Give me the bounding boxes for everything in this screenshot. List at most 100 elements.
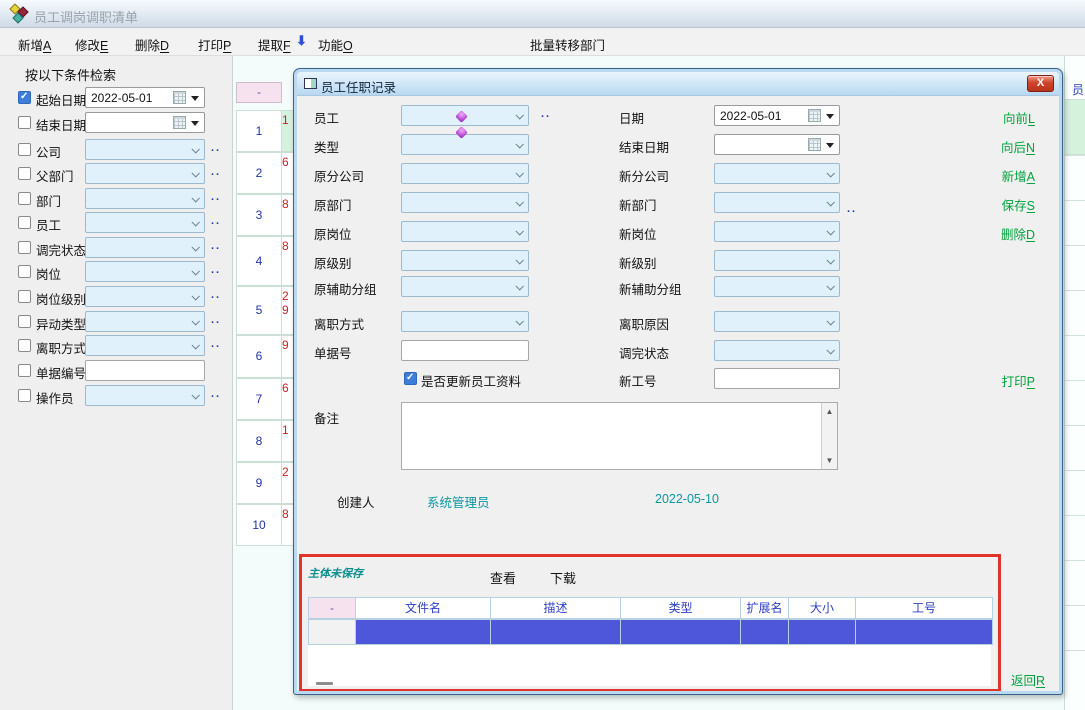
download-button[interactable]: 下载: [550, 568, 576, 587]
toolbar-button-5[interactable]: 提取F: [258, 35, 291, 54]
update-employee-checkbox[interactable]: [404, 372, 417, 385]
filter-checkbox-离职方式[interactable]: [18, 339, 31, 352]
filter-checkbox-调完状态[interactable]: [18, 241, 31, 254]
attachment-row-cell[interactable]: [491, 619, 621, 645]
field-combo-新辅助分组[interactable]: [714, 276, 840, 297]
field-combo-新岗位[interactable]: [714, 221, 840, 242]
grid-corner-header[interactable]: -: [236, 82, 282, 103]
more-options-dots[interactable]: ..: [211, 338, 221, 350]
filter-combo-公司[interactable]: [85, 139, 205, 160]
grid-row-number[interactable]: 7: [236, 378, 282, 420]
field-combo-原分公司[interactable]: [401, 163, 529, 184]
toolbar-button-6[interactable]: 功能O: [318, 35, 353, 54]
remark-textarea[interactable]: ▲ ▼: [401, 402, 838, 470]
batch-transfer-button[interactable]: 批量转移部门: [530, 35, 605, 54]
attachment-column-header[interactable]: 大小: [789, 597, 856, 619]
field-combo-原辅助分组[interactable]: [401, 276, 529, 297]
field-combo-离职方式[interactable]: [401, 311, 529, 332]
toolbar-button-4[interactable]: 打印P: [198, 35, 231, 54]
filter-checkbox-异动类型[interactable]: [18, 315, 31, 328]
more-options-dots[interactable]: ..: [211, 191, 221, 203]
attachment-row-cell[interactable]: [356, 619, 491, 645]
attachment-row-cell[interactable]: [789, 619, 856, 645]
view-button[interactable]: 查看: [490, 568, 516, 587]
horizontal-scrollbar-thumb[interactable]: [316, 682, 333, 685]
filter-checkbox-部门[interactable]: [18, 192, 31, 205]
field-input-新工号[interactable]: [714, 368, 840, 389]
function-dropdown-arrow-icon[interactable]: ⬇: [296, 33, 307, 49]
remark-scrollbar[interactable]: ▲ ▼: [821, 403, 837, 469]
attachment-column-header[interactable]: 类型: [621, 597, 741, 619]
filter-checkbox-结束日期[interactable]: [18, 116, 31, 129]
filter-input-单据编号[interactable]: [85, 360, 205, 381]
filter-checkbox-员工[interactable]: [18, 216, 31, 229]
filter-combo-部门[interactable]: [85, 188, 205, 209]
grid-row-number[interactable]: 8: [236, 420, 282, 462]
grid-row-number[interactable]: 1: [236, 110, 282, 152]
filter-date-结束日期[interactable]: [85, 112, 205, 133]
toolbar-button-2[interactable]: 修改E: [75, 35, 108, 54]
print-button[interactable]: 打印P: [1002, 371, 1035, 390]
field-combo-离职原因[interactable]: [714, 311, 840, 332]
field-combo-类型[interactable]: [401, 134, 529, 155]
filter-checkbox-公司[interactable]: [18, 143, 31, 156]
nav-button-2[interactable]: 向后N: [1001, 137, 1035, 156]
attachment-row-cell[interactable]: [621, 619, 741, 645]
field-combo-原岗位[interactable]: [401, 221, 529, 242]
field-combo-新部门[interactable]: [714, 192, 840, 213]
toolbar-button-1[interactable]: 新增A: [18, 35, 51, 54]
field-combo-原级别[interactable]: [401, 250, 529, 271]
grid-row-number[interactable]: 5: [236, 286, 282, 335]
filter-checkbox-操作员[interactable]: [18, 389, 31, 402]
filter-combo-岗位级别[interactable]: [85, 286, 205, 307]
field-date-结束日期[interactable]: [714, 134, 840, 155]
grid-row-number[interactable]: 2: [236, 152, 282, 194]
field-combo-新级别[interactable]: [714, 250, 840, 271]
grid-row-number[interactable]: 3: [236, 194, 282, 236]
dialog-titlebar[interactable]: 员工任职记录 X: [297, 72, 1059, 96]
scroll-down-icon[interactable]: ▼: [822, 456, 837, 465]
filter-combo-岗位[interactable]: [85, 261, 205, 282]
more-options-dots[interactable]: ..: [211, 142, 221, 154]
nav-button-5[interactable]: 删除D: [1001, 224, 1035, 243]
more-options-dots[interactable]: ..: [847, 203, 857, 215]
attachment-column-header[interactable]: 工号: [856, 597, 993, 619]
more-options-dots[interactable]: ..: [211, 166, 221, 178]
close-icon[interactable]: X: [1027, 75, 1054, 92]
attachment-row-cell[interactable]: [308, 619, 356, 645]
scroll-up-icon[interactable]: ▲: [822, 407, 837, 416]
more-options-dots[interactable]: ..: [211, 215, 221, 227]
nav-button-1[interactable]: 向前L: [1003, 108, 1035, 127]
filter-checkbox-岗位[interactable]: [18, 265, 31, 278]
more-options-dots[interactable]: ..: [211, 264, 221, 276]
attachment-column-header[interactable]: -: [308, 597, 356, 619]
grid-row-number[interactable]: 10: [236, 504, 282, 546]
grid-row-number[interactable]: 4: [236, 236, 282, 286]
more-options-dots[interactable]: ..: [211, 289, 221, 301]
filter-combo-员工[interactable]: [85, 212, 205, 233]
more-options-dots[interactable]: ..: [211, 240, 221, 252]
more-options-dots[interactable]: ..: [211, 388, 221, 400]
nav-button-3[interactable]: 新增A: [1002, 166, 1035, 185]
attachment-table-selected-row[interactable]: [308, 619, 993, 645]
field-combo-原部门[interactable]: [401, 192, 529, 213]
filter-checkbox-单据编号[interactable]: [18, 364, 31, 377]
more-options-dots[interactable]: ..: [211, 314, 221, 326]
attachment-row-cell[interactable]: [856, 619, 993, 645]
filter-date-起始日期[interactable]: 2022-05-01: [85, 87, 205, 108]
return-button[interactable]: 返回R: [1011, 670, 1045, 689]
filter-checkbox-父部门[interactable]: [18, 167, 31, 180]
nav-button-4[interactable]: 保存S: [1002, 195, 1035, 214]
filter-checkbox-起始日期[interactable]: [18, 91, 31, 104]
filter-combo-父部门[interactable]: [85, 163, 205, 184]
field-combo-调完状态[interactable]: [714, 340, 840, 361]
filter-combo-异动类型[interactable]: [85, 311, 205, 332]
filter-checkbox-岗位级别[interactable]: [18, 290, 31, 303]
more-options-dots[interactable]: ..: [541, 108, 551, 120]
attachment-column-header[interactable]: 文件名: [356, 597, 491, 619]
field-input-单据号[interactable]: [401, 340, 529, 361]
filter-combo-离职方式[interactable]: [85, 335, 205, 356]
filter-combo-操作员[interactable]: [85, 385, 205, 406]
grid-row-number[interactable]: 9: [236, 462, 282, 504]
toolbar-button-3[interactable]: 删除D: [135, 35, 169, 54]
